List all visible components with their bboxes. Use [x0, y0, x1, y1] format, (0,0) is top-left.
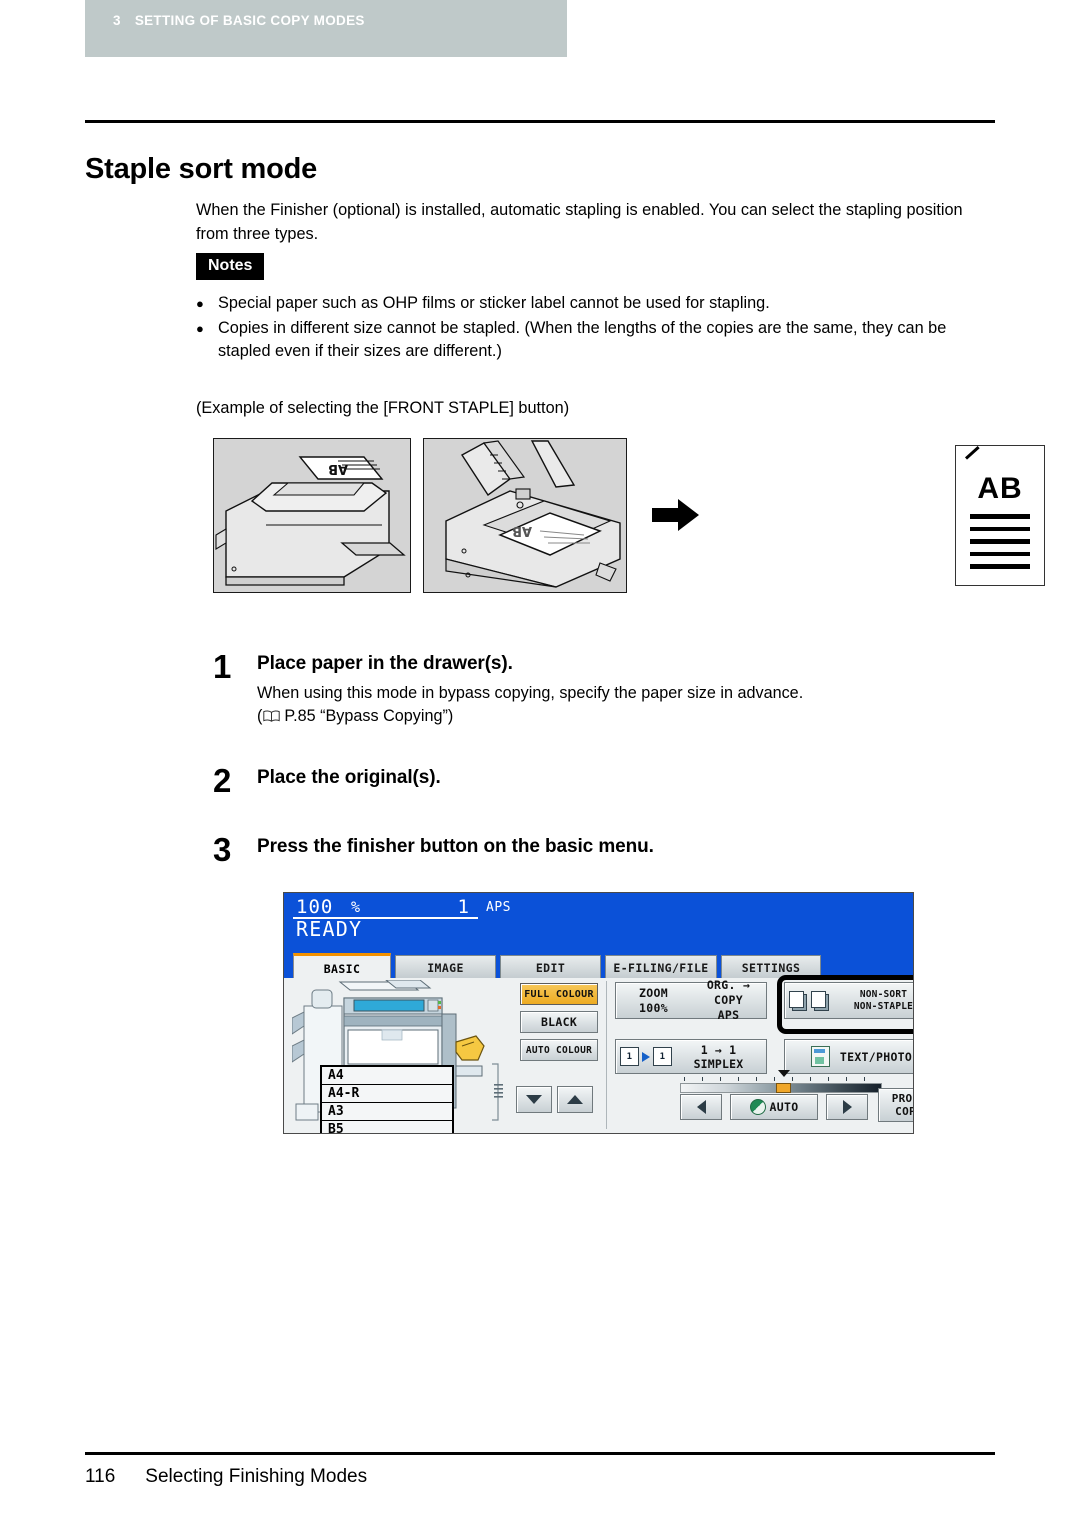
proof-line2: COPY — [895, 1105, 913, 1118]
black-button[interactable]: BLACK — [520, 1011, 598, 1033]
original-to-copy-label: ORG. → COPY — [706, 978, 751, 1007]
arrow-right-icon — [642, 1051, 650, 1062]
tab-efiling-file[interactable]: E-FILING/FILE — [605, 955, 717, 979]
auto-density-button[interactable]: AUTO — [730, 1094, 818, 1120]
step-2-heading: Place the original(s). — [257, 767, 441, 788]
drawer-scroll-up-button[interactable] — [557, 1086, 593, 1113]
panel-divider — [606, 981, 607, 1129]
footer-section-title: Selecting Finishing Modes — [145, 1466, 368, 1487]
paper-source-value: APS — [717, 1008, 740, 1022]
output-text-lines — [970, 514, 1030, 577]
finisher-button-highlight — [777, 975, 913, 1034]
book-reference-icon — [263, 706, 281, 722]
drawer-item-a3[interactable]: A3 — [322, 1103, 452, 1121]
drawer-item-a4r[interactable]: A4-R — [322, 1085, 452, 1103]
step-3-number: 3 — [213, 831, 232, 868]
copier-lcd-panel: 100 % 1 APS READY BASIC IMAGE EDIT E-FIL… — [283, 892, 914, 1134]
reference-text: P.85 “Bypass Copying”) — [284, 707, 454, 725]
zoom-paper-button[interactable]: ZOOM 100% ORG. → COPY APS — [615, 978, 767, 1022]
note-text: Copies in different size cannot be stapl… — [218, 318, 947, 361]
output-heading: AB — [977, 472, 1023, 505]
note-item: ● Copies in different size cannot be sta… — [196, 317, 996, 364]
lcd-paper-mode: APS — [486, 900, 511, 915]
full-colour-button[interactable]: FULL COLOUR — [520, 983, 598, 1005]
contrast-icon — [749, 1099, 766, 1115]
zoom-ratio-value: 100% — [639, 1000, 668, 1015]
process-arrow-icon — [652, 498, 700, 532]
proof-line1: PROOF — [891, 1092, 913, 1105]
notes-list: ● Special paper such as OHP films or sti… — [196, 292, 996, 365]
chapter-title: SETTING OF BASIC COPY MODES — [134, 12, 365, 28]
page-footer: 116 Selecting Finishing Modes — [85, 1466, 367, 1488]
text-photo-icon — [810, 1046, 830, 1067]
reference-open-paren: ( — [257, 707, 263, 725]
auto-colour-button[interactable]: AUTO COLOUR — [520, 1039, 598, 1061]
bullet-icon: ● — [196, 320, 204, 336]
step-1-heading: Place paper in the drawer(s). — [257, 653, 513, 674]
drawer-item-a4[interactable]: A4 — [322, 1067, 452, 1085]
svg-text:AB: AB — [512, 523, 532, 538]
lcd-zoom-value: 100 — [296, 896, 334, 918]
paper-drawer-list: A4 A4-R A3 B5 — [320, 1065, 454, 1133]
output-page-icon: 1 — [653, 1047, 672, 1066]
stapled-output-page: AB — [955, 445, 1045, 586]
duplex-line1: 1 → 1 — [700, 1042, 737, 1057]
step-3: 3 Press the finisher button on the basic… — [213, 831, 1003, 868]
note-item: ● Special paper such as OHP films or sti… — [196, 292, 996, 316]
step-3-heading: Press the finisher button on the basic m… — [257, 836, 654, 857]
chevron-down-icon — [526, 1095, 542, 1104]
step-2-number: 2 — [213, 762, 232, 799]
bullet-icon: ● — [196, 296, 204, 311]
platen-glass-illustration: AB — [423, 438, 627, 593]
zoom-label: ZOOM — [639, 985, 668, 1000]
lcd-status-text: READY — [296, 917, 363, 941]
example-caption: (Example of selecting the [FRONT STAPLE]… — [196, 399, 570, 418]
lcd-status-bar: 100 % 1 APS READY — [284, 893, 913, 953]
auto-density-label: AUTO — [769, 1100, 799, 1114]
proof-copy-button[interactable]: PROOF COPY — [878, 1088, 913, 1122]
step-1-number: 1 — [213, 648, 232, 685]
illustration-strip: AB AB AB — [213, 438, 1045, 593]
duplex-line2: SIMPLEX — [693, 1056, 744, 1071]
chapter-number: 3 — [113, 12, 121, 28]
note-text: Special paper such as OHP films or stick… — [218, 294, 770, 312]
tab-basic[interactable]: BASIC — [293, 953, 391, 981]
arrow-right-icon — [842, 1100, 852, 1114]
tab-edit[interactable]: EDIT — [500, 955, 601, 979]
document-feeder-illustration: AB — [213, 438, 411, 593]
lcd-zoom-field: 100 % 1 — [293, 896, 478, 919]
step-1-reference: ( P.85 “Bypass Copying”) — [257, 705, 1003, 728]
page-number: 116 — [85, 1466, 116, 1487]
single-page-icon: 1 — [620, 1047, 639, 1066]
step-1-description: When using this mode in bypass copying, … — [257, 684, 804, 702]
density-scale — [680, 1070, 882, 1093]
density-pointer-icon — [778, 1070, 790, 1077]
drawer-item-b5[interactable]: B5 — [322, 1121, 452, 1133]
notes-badge: Notes — [196, 253, 265, 280]
intro-paragraph: When the Finisher (optional) is installe… — [196, 201, 963, 244]
staple-mark-icon — [964, 446, 980, 460]
lcd-percent-symbol: % — [351, 898, 361, 916]
chevron-up-icon — [567, 1095, 583, 1104]
lcd-copy-count: 1 — [457, 896, 469, 918]
step-1: 1 Place paper in the drawer(s). When usi… — [213, 648, 1003, 728]
step-2: 2 Place the original(s). — [213, 762, 1003, 799]
footer-divider — [85, 1452, 995, 1455]
original-mode-button[interactable]: TEXT/PHOTO — [784, 1039, 913, 1074]
density-increase-button[interactable] — [826, 1094, 868, 1120]
density-tick-marks — [680, 1077, 880, 1082]
duplex-mode-button[interactable]: 1 1 1 → 1 SIMPLEX — [615, 1039, 767, 1074]
tab-image[interactable]: IMAGE — [395, 955, 496, 979]
arrow-left-icon — [696, 1100, 706, 1114]
drawer-scroll-down-button[interactable] — [516, 1086, 552, 1113]
lcd-basic-screen: A4 A4-R A3 B5 FULL COLOUR BLACK AUTO COL… — [284, 975, 913, 1133]
page-title: Staple sort mode — [85, 153, 318, 186]
copier-diagram: A4 A4-R A3 B5 — [291, 979, 507, 1133]
density-current-marker — [776, 1083, 791, 1093]
density-decrease-button[interactable] — [680, 1094, 722, 1120]
title-divider — [85, 120, 995, 123]
text-photo-label: TEXT/PHOTO — [839, 1049, 913, 1064]
chapter-header: 3 SETTING OF BASIC COPY MODES — [85, 0, 567, 57]
